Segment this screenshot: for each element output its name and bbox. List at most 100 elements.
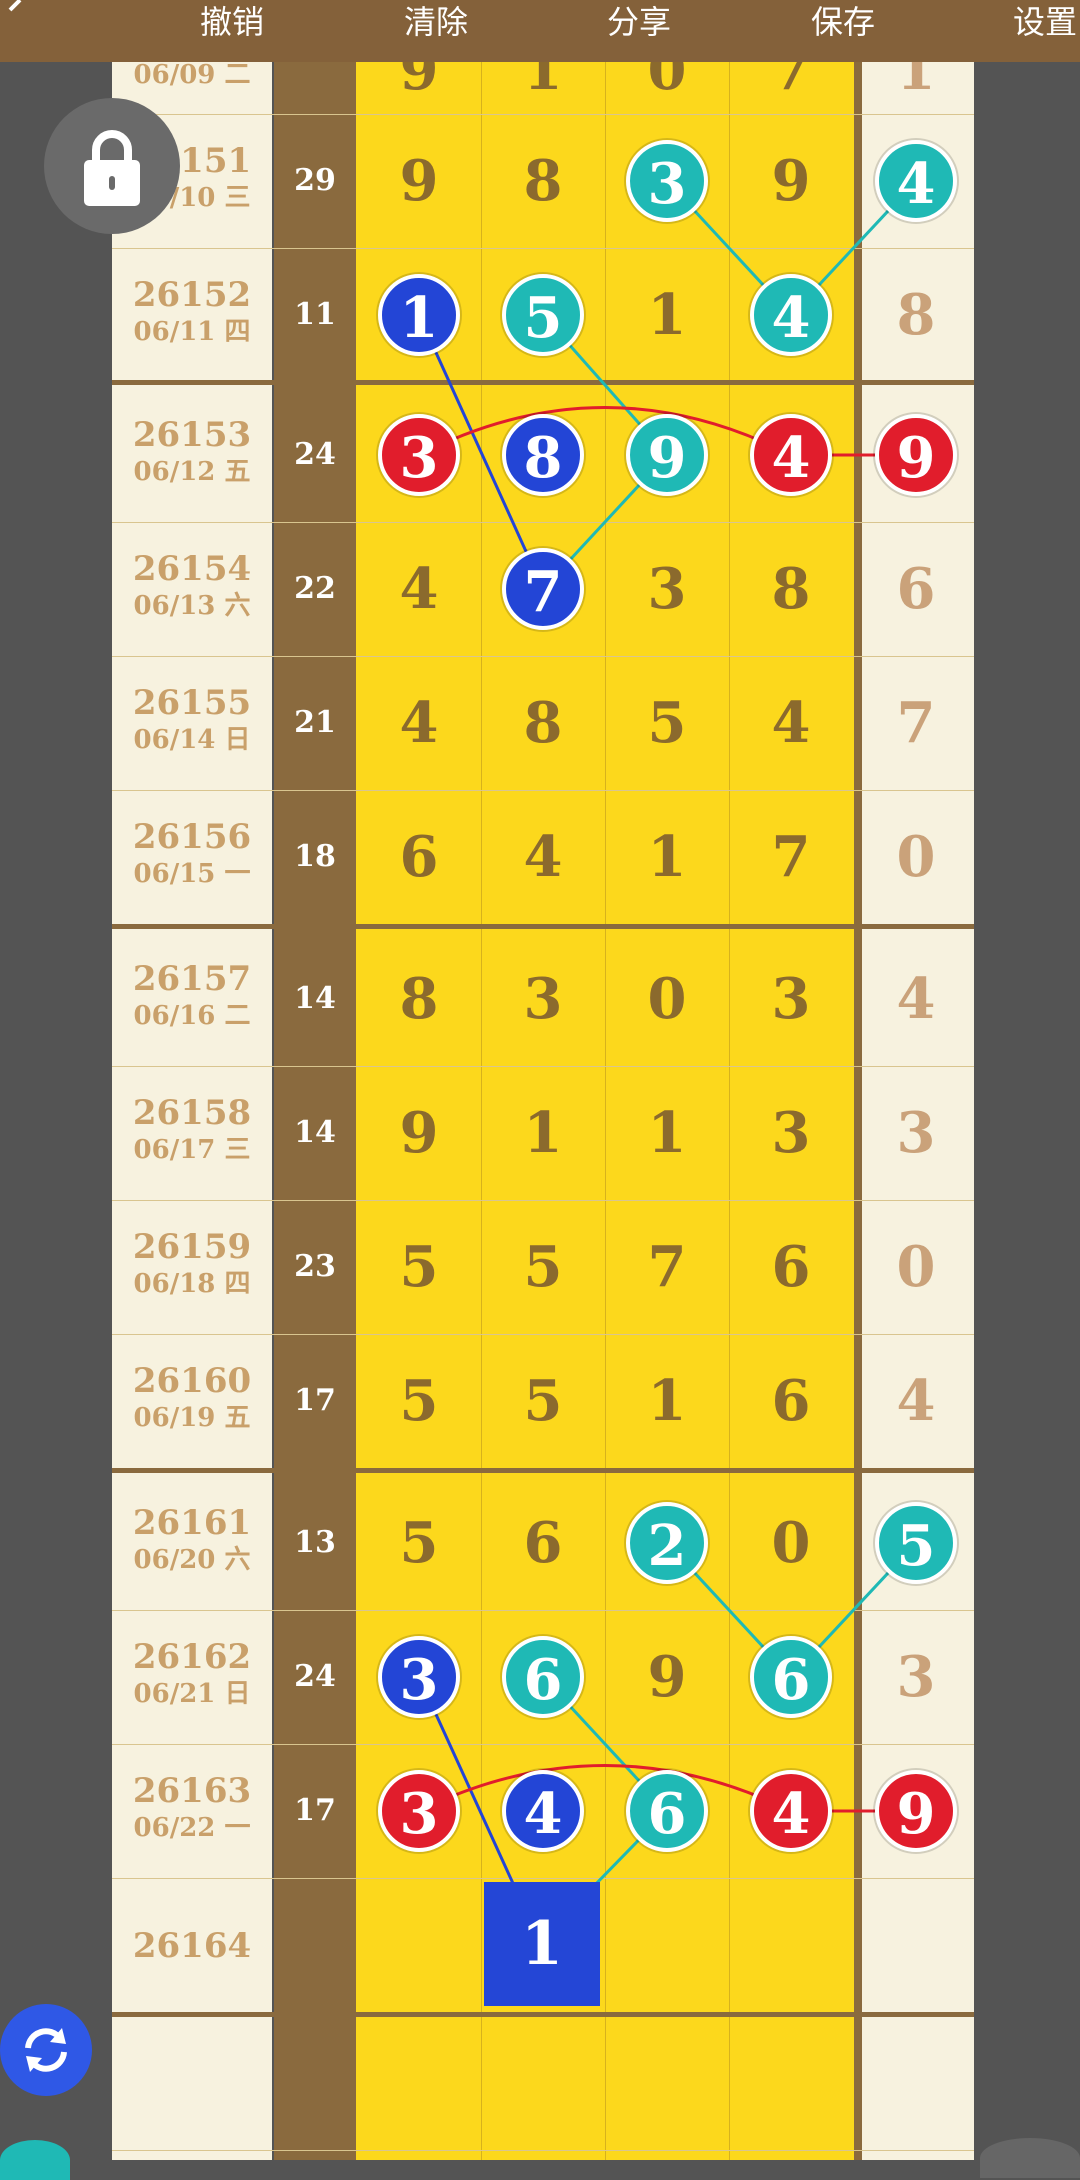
digit-cell[interactable]: 5 [503, 1227, 583, 1307]
digit-cell[interactable]: 1 [627, 1361, 707, 1441]
digit-cell[interactable]: 8 [751, 549, 831, 629]
selected-digit-box[interactable]: 1 [484, 1882, 600, 2006]
issue-date: 06/15 一 [133, 859, 251, 889]
issue-number: 26160 [132, 1361, 252, 1401]
digit-ball-red[interactable]: 4 [750, 414, 832, 496]
digit-cell[interactable]: 1 [627, 275, 707, 355]
issue-number: 26157 [132, 959, 252, 999]
last-digit-ball-teal[interactable]: 4 [875, 140, 957, 222]
digit-cell[interactable]: 9 [627, 1637, 707, 1717]
settings-button[interactable]: 设置 [1013, 0, 1077, 62]
digit-ball-blue[interactable]: 7 [502, 548, 584, 630]
sum-cell: 13 [294, 1525, 336, 1560]
sum-cell: 14 [294, 981, 336, 1016]
issue-number: 26159 [132, 1227, 252, 1267]
digit-ball-teal[interactable]: 2 [626, 1502, 708, 1584]
digit-ball-teal[interactable]: 9 [626, 414, 708, 496]
last-digit-cell[interactable]: 8 [876, 275, 956, 355]
issue-cell: 26157 06/16 二 [112, 959, 272, 1033]
digit-ball-teal[interactable]: 4 [750, 274, 832, 356]
digit-cell[interactable]: 0 [751, 1503, 831, 1583]
last-digit-cell[interactable]: 3 [876, 1637, 956, 1717]
undo-button[interactable]: 撤销 [200, 0, 264, 62]
sum-cell: 23 [294, 1249, 336, 1284]
refresh-button[interactable] [0, 2004, 92, 2096]
digit-cell[interactable]: 6 [503, 1503, 583, 1583]
save-button[interactable]: 保存 [811, 0, 875, 62]
last-digit-ball-red[interactable]: 9 [875, 414, 957, 496]
last-digit-cell[interactable]: 0 [876, 817, 956, 897]
digit-cell[interactable]: 3 [503, 959, 583, 1039]
digit-cell[interactable]: 1 [627, 817, 707, 897]
digit-cell[interactable]: 1 [627, 1093, 707, 1173]
issue-number: 26161 [132, 1503, 252, 1543]
issue-number: 26154 [132, 549, 252, 589]
digit-ball-red[interactable]: 3 [378, 1770, 460, 1852]
last-digit-cell[interactable]: 0 [876, 1227, 956, 1307]
digit-cell[interactable]: 4 [379, 683, 459, 763]
last-digit-ball-red[interactable]: 9 [875, 1770, 957, 1852]
digit-cell[interactable]: 6 [751, 1227, 831, 1307]
last-digit-cell[interactable]: 3 [876, 1093, 956, 1173]
issue-number: 26152 [132, 275, 252, 315]
digit-ball-red[interactable]: 4 [750, 1770, 832, 1852]
digit-cell[interactable]: 0 [627, 959, 707, 1039]
digit-cell[interactable]: 8 [379, 959, 459, 1039]
digit-ball-blue[interactable]: 1 [378, 274, 460, 356]
digit-ball-teal[interactable]: 6 [750, 1636, 832, 1718]
last-digit-cell[interactable]: 6 [876, 549, 956, 629]
issue-date: 06/22 一 [133, 1813, 251, 1843]
back-arrow-icon[interactable] [0, 0, 30, 20]
issue-cell: 26159 06/18 四 [112, 1227, 272, 1301]
sum-cell: 24 [294, 437, 336, 472]
digit-cell[interactable]: 9 [379, 1093, 459, 1173]
digit-ball-red[interactable]: 3 [378, 414, 460, 496]
digit-cell[interactable]: 6 [379, 817, 459, 897]
clear-button[interactable]: 清除 [404, 0, 468, 62]
last-digit-cell[interactable]: 4 [876, 959, 956, 1039]
digit-cell[interactable]: 5 [379, 1503, 459, 1583]
digit-ball-blue[interactable]: 4 [502, 1770, 584, 1852]
issue-date: 06/14 日 [133, 725, 251, 755]
last-digit-cell[interactable]: 4 [876, 1361, 956, 1441]
digit-cell[interactable]: 8 [503, 683, 583, 763]
issue-cell: 26152 06/11 四 [112, 275, 272, 349]
issue-cell: 26160 06/19 五 [112, 1361, 272, 1435]
lock-button[interactable] [44, 98, 180, 234]
digit-cell[interactable]: 9 [379, 141, 459, 221]
digit-ball-blue[interactable]: 8 [502, 414, 584, 496]
digit-cell[interactable]: 6 [751, 1361, 831, 1441]
lock-icon [84, 130, 140, 206]
last-digit-ball-teal[interactable]: 5 [875, 1502, 957, 1584]
digit-cell[interactable]: 5 [627, 683, 707, 763]
lottery-chart-board[interactable]: 06/09 二 9 1 0 7 1 26151 06/10 三 29 9 8 3 … [0, 0, 1080, 2160]
digit-cell[interactable]: 3 [751, 1093, 831, 1173]
share-button[interactable]: 分享 [607, 0, 671, 62]
digit-cell[interactable]: 7 [627, 1227, 707, 1307]
digit-cell[interactable]: 4 [379, 549, 459, 629]
digit-cell[interactable]: 5 [379, 1361, 459, 1441]
issue-cell: 26155 06/14 日 [112, 683, 272, 757]
floating-button-partial[interactable] [0, 2140, 70, 2180]
digit-ball-teal[interactable]: 6 [502, 1636, 584, 1718]
digit-cell[interactable]: 3 [627, 549, 707, 629]
digit-cell[interactable]: 4 [503, 817, 583, 897]
digit-ball-blue[interactable]: 3 [378, 1636, 460, 1718]
digit-ball-teal[interactable]: 5 [502, 274, 584, 356]
digit-cell[interactable]: 4 [751, 683, 831, 763]
top-toolbar: 撤销 清除 分享 保存 设置 [0, 0, 1080, 62]
issue-cell: 26158 06/17 三 [112, 1093, 272, 1167]
issue-cell: 26162 06/21 日 [112, 1637, 272, 1711]
refresh-icon [25, 2028, 67, 2072]
digit-cell[interactable]: 1 [503, 1093, 583, 1173]
digit-cell[interactable]: 9 [751, 141, 831, 221]
digit-cell[interactable]: 3 [751, 959, 831, 1039]
digit-cell[interactable]: 5 [503, 1361, 583, 1441]
digit-ball-teal[interactable]: 6 [626, 1770, 708, 1852]
digit-ball-teal[interactable]: 3 [626, 140, 708, 222]
digit-cell[interactable]: 8 [503, 141, 583, 221]
digit-cell[interactable]: 5 [379, 1227, 459, 1307]
last-digit-cell[interactable]: 7 [876, 683, 956, 763]
digit-cell[interactable]: 7 [751, 817, 831, 897]
floating-button-partial[interactable] [980, 2138, 1080, 2178]
